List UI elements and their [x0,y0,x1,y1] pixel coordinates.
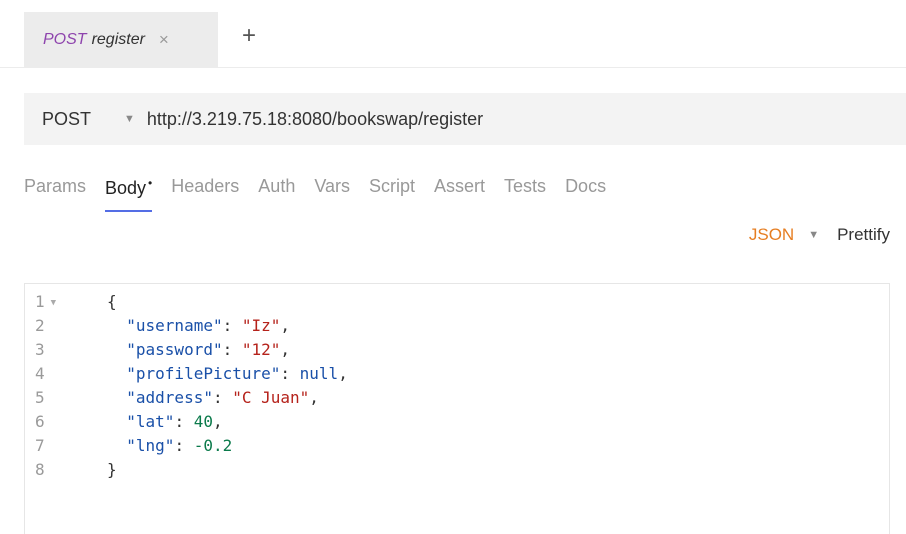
request-tab-register[interactable]: POST register × [24,12,218,68]
code-text: "address": "C Juan", [107,386,319,410]
tab-label: Docs [565,176,607,196]
line-number: 4 [35,364,45,383]
tab-label: Vars [314,176,351,196]
tab-vars[interactable]: Vars [314,176,350,212]
line-number: 6 [35,412,45,431]
json-value: "C Juan" [232,388,310,407]
json-key: "lat" [126,412,175,431]
code-text: "lng": -0.2 [107,434,232,458]
json-value: -0.2 [193,436,233,455]
tab-script[interactable]: Script [369,176,415,212]
json-key: "lng" [126,436,175,455]
tab-docs[interactable]: Docs [565,176,606,212]
json-key: "profilePicture" [126,364,281,383]
line-number: 1 ▼ [35,290,75,315]
code-line: 2 "username": "Iz", [25,314,889,338]
tab-label: Headers [171,176,240,196]
json-sep: : [212,388,233,407]
json-value: "12" [241,340,281,359]
code-line: 1 ▼ { [25,290,889,314]
code-text: { [107,292,117,311]
json-key: "password" [126,340,223,359]
json-sep: : [174,436,194,455]
json-punct: , [280,316,291,335]
json-punct: , [280,340,291,359]
http-method-select[interactable]: POST [42,109,124,130]
line-number: 5 [35,388,45,407]
json-key: "address" [126,388,213,407]
code-text: "lat": 40, [107,410,223,434]
json-sep: : [280,364,300,383]
json-sep: : [222,340,242,359]
tab-label: Tests [504,176,547,196]
prettify-button[interactable]: Prettify [837,225,890,245]
json-punct: , [338,364,348,383]
code-text: "password": "12", [107,338,290,362]
line-number: 3 [35,340,45,359]
json-sep: : [222,316,242,335]
line-number: 2 [35,316,45,335]
line-number: 7 [35,436,45,455]
json-value: 40 [193,412,213,431]
json-value: "Iz" [241,316,281,335]
json-punct: , [309,388,319,407]
tab-label: Params [24,176,87,196]
tab-tests[interactable]: Tests [504,176,546,212]
chevron-down-icon[interactable]: ▼ [124,113,135,125]
code-line: 8 } [25,458,889,482]
tab-params[interactable]: Params [24,176,86,212]
line-number: 8 [35,460,45,479]
code-text: "username": "Iz", [107,314,290,338]
tab-body[interactable]: Body • [105,176,153,212]
tab-label: Assert [434,176,486,196]
code-text: } [107,460,117,479]
tab-label: Auth [258,176,296,196]
tab-auth[interactable]: Auth [258,176,295,212]
modified-indicator: • [148,176,153,190]
json-punct: , [212,412,223,431]
tab-label: Script [369,176,416,196]
code-line: 6 "lat": 40, [25,410,889,434]
new-tab-button[interactable]: + [242,24,256,48]
code-line: 5 "address": "C Juan", [25,386,889,410]
chevron-down-icon[interactable]: ▼ [808,229,819,241]
json-key: "username" [126,316,223,335]
code-line: 3 "password": "12", [25,338,889,362]
line-number-text: 1 [35,292,45,311]
tab-assert[interactable]: Assert [434,176,485,212]
close-icon[interactable]: × [159,30,169,50]
body-mode-select[interactable]: JSON [749,225,794,245]
request-tab-name: register [91,31,145,48]
json-body-editor[interactable]: 1 ▼ { 2 "username": "Iz", 3 "password": "… [24,283,890,534]
request-tab-method: POST [43,31,87,48]
code-line: 4 "profilePicture": null, [25,362,889,386]
code-text: "profilePicture": null, [107,362,348,386]
url-bar: POST ▼ http://3.219.75.18:8080/bookswap/… [24,93,906,145]
url-input[interactable]: http://3.219.75.18:8080/bookswap/registe… [147,109,483,130]
code-line: 7 "lng": -0.2 [25,434,889,458]
tab-headers[interactable]: Headers [171,176,239,212]
json-sep: : [174,412,194,431]
tab-label: Body [105,178,147,198]
body-mode-row: JSON ▼ Prettify [749,225,890,245]
request-tab-strip: POST register × + [0,0,906,68]
json-value: null [299,364,339,383]
request-pane-tabs: Params Body • Headers Auth Vars Script As… [24,176,625,212]
fold-caret-icon[interactable]: ▼ [51,298,56,308]
